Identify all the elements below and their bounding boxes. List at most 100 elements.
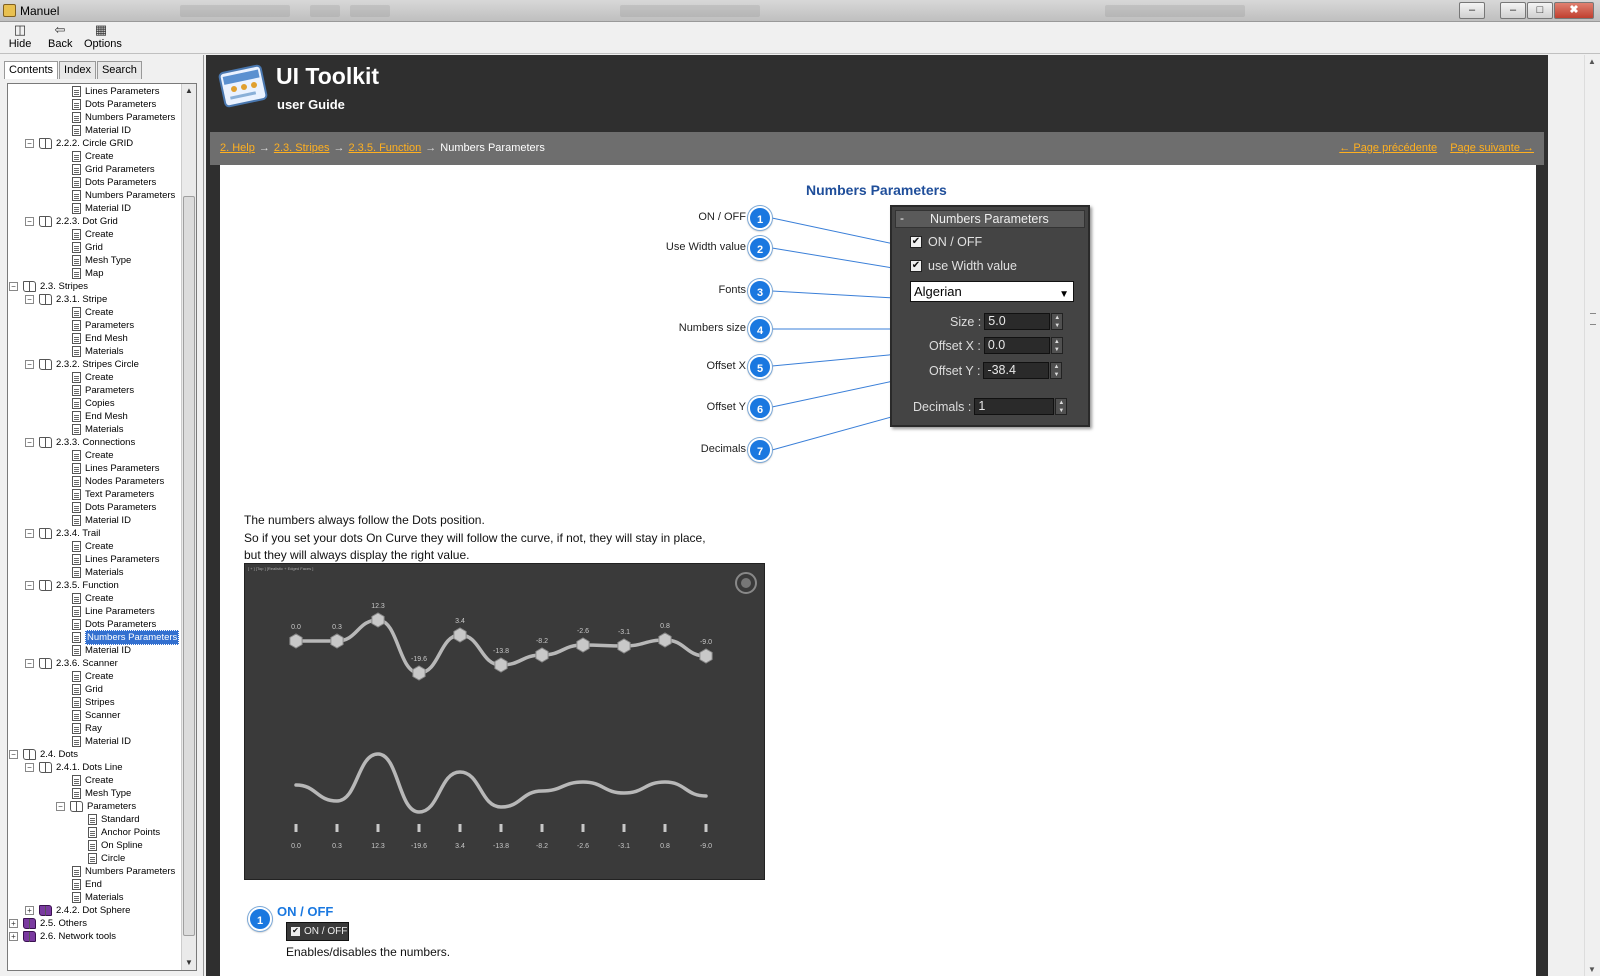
collapse-icon[interactable]: − xyxy=(9,282,18,291)
use-width-checkbox[interactable]: ✔ use Width value xyxy=(910,259,1017,273)
tree-item[interactable]: Grid xyxy=(72,683,103,696)
next-page-link[interactable]: Page suivante → xyxy=(1450,142,1534,154)
tree-item[interactable]: End Mesh xyxy=(72,410,128,423)
tree-item[interactable]: Materials xyxy=(72,891,124,904)
tree-item[interactable]: − 2.3.2. Stripes Circle xyxy=(25,358,139,371)
tree-item[interactable]: On Spline xyxy=(88,839,143,852)
tree-item[interactable]: − 2.2.3. Dot Grid xyxy=(25,215,118,228)
tree-item[interactable]: − 2.4. Dots xyxy=(9,748,78,761)
tree-item[interactable]: Materials xyxy=(72,345,124,358)
tree-item[interactable]: Anchor Points xyxy=(88,826,160,839)
maximize-button[interactable]: □ xyxy=(1527,2,1553,19)
tree-item[interactable]: − 2.3. Stripes xyxy=(9,280,88,293)
offset-y-field[interactable]: -38.4 xyxy=(983,362,1050,379)
tree-item[interactable]: Map xyxy=(72,267,103,280)
tree-item[interactable]: Mesh Type xyxy=(72,254,131,267)
tree-item[interactable]: Parameters xyxy=(72,384,134,397)
collapse-icon[interactable]: − xyxy=(25,438,34,447)
panel-header[interactable]: - Numbers Parameters xyxy=(895,210,1085,228)
tree-item[interactable]: Scanner xyxy=(72,709,120,722)
decimals-spinner[interactable]: Decimals : 1 ▲ ▼ xyxy=(913,398,1068,415)
tree-item[interactable]: − 2.3.3. Connections xyxy=(25,436,135,449)
tree-item[interactable]: Create xyxy=(72,592,114,605)
tree-item[interactable]: − 2.3.6. Scanner xyxy=(25,657,118,670)
tree-item[interactable]: Nodes Parameters xyxy=(72,475,164,488)
tree-item[interactable]: Dots Parameters xyxy=(72,98,156,111)
size-field[interactable]: 5.0 xyxy=(984,313,1051,330)
tree-item[interactable]: Copies xyxy=(72,397,115,410)
collapse-icon[interactable]: − xyxy=(25,763,34,772)
tree-item[interactable]: Materials xyxy=(72,566,124,579)
tree-item[interactable]: Create xyxy=(72,150,114,163)
font-select[interactable]: Algerian ▼ xyxy=(910,281,1074,302)
chevron-down-icon[interactable]: ▼ xyxy=(1059,285,1069,304)
collapse-icon[interactable]: - xyxy=(900,211,904,225)
tree-item[interactable]: Numbers Parameters xyxy=(72,865,175,878)
tab-search[interactable]: Search xyxy=(96,61,142,79)
tree-item[interactable]: Grid Parameters xyxy=(72,163,155,176)
checkmark-icon[interactable]: ✔ xyxy=(910,260,922,272)
tree-item[interactable]: Material ID xyxy=(72,124,131,137)
tree-item[interactable]: Create xyxy=(72,449,114,462)
tree-scroll-thumb[interactable] xyxy=(183,196,195,936)
tree-item[interactable]: Stripes xyxy=(72,696,115,709)
tree-item[interactable]: Numbers Parameters xyxy=(72,111,175,124)
tree-item[interactable]: Dots Parameters xyxy=(72,176,156,189)
breadcrumb-link-help[interactable]: 2. Help xyxy=(220,142,255,154)
tree-item[interactable]: Create xyxy=(72,228,114,241)
back-button[interactable]: ⇦ Back xyxy=(48,23,72,51)
tree-item[interactable]: − 2.3.4. Trail xyxy=(25,527,100,540)
tree-item[interactable]: Lines Parameters xyxy=(72,462,159,475)
expand-icon[interactable]: + xyxy=(9,919,18,928)
tree-item[interactable]: End Mesh xyxy=(72,332,128,345)
tree-item[interactable]: +2.4.2. Dot Sphere xyxy=(25,904,130,917)
breadcrumb-link-stripes[interactable]: 2.3. Stripes xyxy=(274,142,330,154)
tree-item[interactable]: Material ID xyxy=(72,514,131,527)
scroll-grip-icon[interactable] xyxy=(1590,313,1596,325)
tree-item[interactable]: Create xyxy=(72,371,114,384)
tree-item[interactable]: Create xyxy=(72,540,114,553)
scroll-up-icon[interactable]: ▲ xyxy=(1588,57,1596,66)
tree-item[interactable]: Grid xyxy=(72,241,103,254)
offset-x-field[interactable]: 0.0 xyxy=(983,337,1050,354)
tree-item[interactable]: Material ID xyxy=(72,644,131,657)
tree-item[interactable]: Numbers Parameters xyxy=(72,630,180,645)
previous-page-link[interactable]: ← Page précédente xyxy=(1339,142,1437,154)
tree-item[interactable]: Material ID xyxy=(72,202,131,215)
collapse-icon[interactable]: − xyxy=(25,360,34,369)
spinner-arrows-icon[interactable]: ▲ ▼ xyxy=(1050,337,1063,354)
spinner-arrows-icon[interactable]: ▲ ▼ xyxy=(1051,313,1064,330)
spinner-arrows-icon[interactable]: ▲ ▼ xyxy=(1050,362,1063,379)
tab-contents[interactable]: Contents xyxy=(4,61,59,79)
tree-item[interactable]: Material ID xyxy=(72,735,131,748)
tab-index[interactable]: Index xyxy=(59,61,96,79)
tree-scrollbar[interactable]: ▲ ▼ xyxy=(181,84,196,970)
tree-item[interactable]: − 2.3.1. Stripe xyxy=(25,293,107,306)
tree-item[interactable]: Parameters xyxy=(72,319,134,332)
collapse-icon[interactable]: − xyxy=(25,659,34,668)
tree-item[interactable]: − 2.3.5. Function xyxy=(25,579,119,592)
offset-y-spinner[interactable]: Offset Y : -38.4 ▲ ▼ xyxy=(929,362,1063,379)
spinner-arrows-icon[interactable]: ▲ ▼ xyxy=(1055,398,1068,415)
tree-item[interactable]: Create xyxy=(72,306,114,319)
breadcrumb-link-function[interactable]: 2.3.5. Function xyxy=(349,142,422,154)
tree-item[interactable]: Numbers Parameters xyxy=(72,189,175,202)
tree-item[interactable]: Create xyxy=(72,670,114,683)
tree-item[interactable]: Lines Parameters xyxy=(72,553,159,566)
collapse-icon[interactable]: − xyxy=(56,802,65,811)
close-button[interactable]: ✖ xyxy=(1554,2,1594,19)
size-spinner[interactable]: Size : 5.0 ▲ ▼ xyxy=(950,313,1064,330)
checkmark-icon[interactable]: ✔ xyxy=(910,236,922,248)
expand-icon[interactable]: + xyxy=(25,906,34,915)
decimals-field[interactable]: 1 xyxy=(974,398,1055,415)
tree-item[interactable]: − Parameters xyxy=(56,800,136,813)
tree-item[interactable]: End xyxy=(72,878,102,891)
collapse-icon[interactable]: − xyxy=(25,295,34,304)
tree-item[interactable]: Dots Parameters xyxy=(72,501,156,514)
on-off-checkbox[interactable]: ✔ ON / OFF xyxy=(910,235,982,249)
collapse-icon[interactable]: − xyxy=(25,529,34,538)
tree-item[interactable]: +2.6. Network tools xyxy=(9,930,116,943)
collapse-icon[interactable]: − xyxy=(25,139,34,148)
offset-x-spinner[interactable]: Offset X : 0.0 ▲ ▼ xyxy=(929,337,1063,354)
scroll-up-icon[interactable]: ▲ xyxy=(182,84,196,98)
